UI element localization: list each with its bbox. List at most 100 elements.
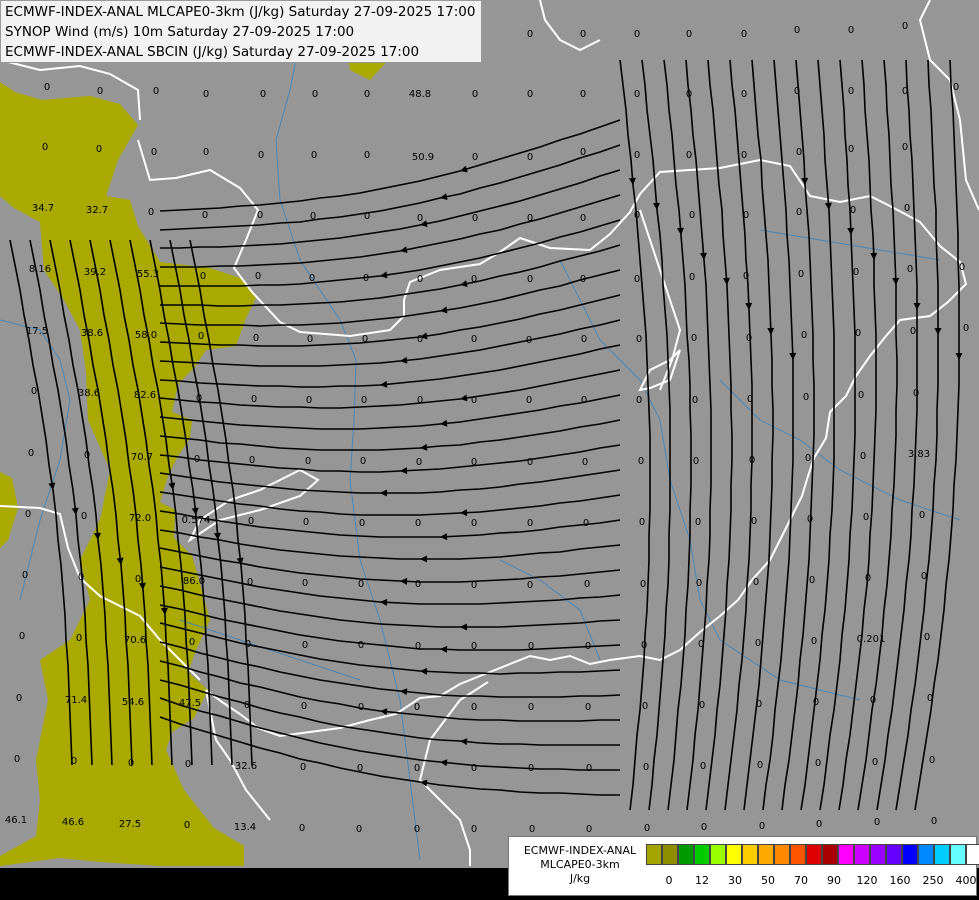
cin-value: 0	[848, 144, 854, 155]
cin-value: 0.201	[857, 634, 886, 645]
cin-value: 0	[755, 638, 761, 649]
cin-value: 0	[471, 702, 477, 713]
legend-tick: 160	[889, 874, 911, 887]
legend-swatch	[950, 844, 966, 865]
cin-value: 0	[528, 641, 534, 652]
cin-value: 0	[310, 211, 316, 222]
legend-line-model: ECMWF-INDEX-ANAL	[523, 844, 637, 857]
cin-value: 0	[634, 29, 640, 40]
cin-value: 0	[526, 395, 532, 406]
legend-tick: 120	[856, 874, 878, 887]
legend-swatch	[694, 844, 710, 865]
cin-value: 0	[31, 386, 37, 397]
cin-value: 0	[249, 455, 255, 466]
legend-swatch	[646, 844, 662, 865]
cin-value: 0	[471, 334, 477, 345]
cin-value: 0	[84, 450, 90, 461]
cin-value: 0	[260, 89, 266, 100]
cin-value: 0	[258, 150, 264, 161]
cin-value: 0	[700, 761, 706, 772]
cin-value: 0	[794, 25, 800, 36]
cin-value: 0	[151, 147, 157, 158]
cin-value: 0	[527, 518, 533, 529]
cin-value: 0	[638, 456, 644, 467]
cin-value: 0	[850, 205, 856, 216]
cin-value: 0	[305, 456, 311, 467]
title-line-cin: ECMWF-INDEX-ANAL SBCIN (J/kg) Saturday 2…	[5, 44, 420, 60]
cin-value: 0	[472, 152, 478, 163]
cin-value: 0	[689, 210, 695, 221]
legend-swatch	[790, 844, 806, 865]
cin-value: 0	[303, 517, 309, 528]
cin-value: 54.6	[122, 697, 144, 708]
cin-value: 0	[696, 578, 702, 589]
cin-value: 0	[902, 21, 908, 32]
cin-value: 0	[641, 640, 647, 651]
cin-value: 0	[148, 207, 154, 218]
legend-swatch	[902, 844, 918, 865]
cin-value: 0	[22, 570, 28, 581]
cin-value: 0	[529, 824, 535, 835]
cin-value: 0	[358, 702, 364, 713]
cin-value: 55.3	[137, 269, 159, 280]
cin-value: 0	[902, 86, 908, 97]
cin-value: 0	[203, 147, 209, 158]
cin-value: 34.7	[32, 203, 54, 214]
legend-ticks: 0 12 30 50 70 90 120 160 250 400	[649, 874, 979, 890]
cin-value: 0	[356, 824, 362, 835]
cin-value: 0	[686, 150, 692, 161]
cin-value: 0	[796, 147, 802, 158]
cin-value: 0	[78, 572, 84, 583]
cin-value: 0	[698, 639, 704, 650]
cin-value: 0	[300, 762, 306, 773]
cin-value: 0	[417, 274, 423, 285]
cin-value: 0	[689, 272, 695, 283]
cin-value: 0	[803, 392, 809, 403]
cin-value: 0.574	[182, 515, 211, 526]
cin-value: 0	[189, 637, 195, 648]
cin-value: 38.6	[81, 328, 103, 339]
cin-value: 0	[528, 763, 534, 774]
cin-value: 0	[693, 456, 699, 467]
cin-value: 0	[257, 210, 263, 221]
cin-value: 0	[907, 264, 913, 275]
cin-value: 0	[307, 334, 313, 345]
cin-value: 0	[691, 333, 697, 344]
cin-value: 0	[203, 89, 209, 100]
cin-value: 47.5	[179, 698, 201, 709]
cin-value: 0	[97, 86, 103, 97]
cin-value: 0	[860, 451, 866, 462]
cin-value: 0	[527, 457, 533, 468]
legend-swatch	[934, 844, 950, 865]
cin-value: 0	[299, 823, 305, 834]
cin-value: 0	[743, 210, 749, 221]
cin-value: 0	[816, 819, 822, 830]
cin-value: 0	[929, 755, 935, 766]
cin-value: 0	[749, 455, 755, 466]
cin-value: 0	[634, 89, 640, 100]
legend-swatches	[646, 844, 979, 865]
cin-value: 0	[471, 580, 477, 591]
cin-value: 0	[811, 636, 817, 647]
cin-value: 0	[200, 271, 206, 282]
cin-value: 0	[584, 579, 590, 590]
cin-value: 0	[415, 641, 421, 652]
cin-value: 0	[357, 763, 363, 774]
cin-value: 0	[472, 213, 478, 224]
cin-value: 0	[586, 824, 592, 835]
cin-value: 0	[415, 518, 421, 529]
weather-map[interactable]: 000000048.800000000003.22000000000000000…	[0, 0, 979, 900]
cin-value: 0	[741, 89, 747, 100]
cin-value: 0	[963, 323, 969, 334]
cin-value: 0	[634, 274, 640, 285]
cin-value: 0	[364, 89, 370, 100]
cin-value: 13.4	[234, 822, 256, 833]
cin-value: 0	[306, 395, 312, 406]
legend-tick: 250	[922, 874, 944, 887]
cin-value: 0	[581, 334, 587, 345]
cin-value: 0	[634, 150, 640, 161]
legend-swatch	[662, 844, 678, 865]
legend-tick: 50	[761, 874, 775, 887]
legend-swatch	[710, 844, 726, 865]
legend-swatch	[966, 844, 979, 865]
